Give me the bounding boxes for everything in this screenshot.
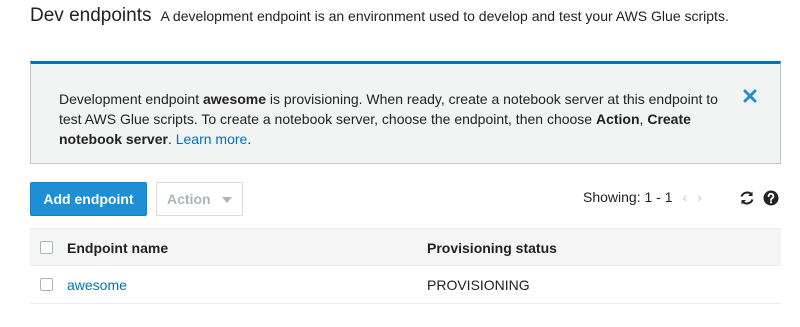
banner-action-label: Action [595,111,640,127]
provisioning-status: PROVISIONING [427,277,530,293]
banner-text: Development endpoint [59,91,203,107]
next-page-icon[interactable]: › [697,189,702,205]
banner-text: . [167,131,176,147]
select-all-checkbox[interactable] [40,241,53,254]
table-row: awesome PROVISIONING [30,266,781,304]
table-header: Endpoint name Provisioning status [30,228,781,266]
info-banner: Development endpoint awesome is provisio… [30,61,781,164]
learn-more-link[interactable]: Learn more [176,131,248,147]
action-label: Action [167,191,211,207]
endpoint-name-link[interactable]: awesome [67,277,127,293]
close-icon[interactable] [743,89,757,103]
column-header-endpoint-name[interactable]: Endpoint name [67,240,168,256]
banner-message: Development endpoint awesome is provisio… [59,89,739,149]
refresh-icon[interactable] [739,190,755,211]
prev-page-icon[interactable]: ‹ [683,189,688,205]
add-endpoint-button[interactable]: Add endpoint [30,182,147,216]
help-icon[interactable] [763,190,779,211]
showing-count: Showing: 1 - 1 [583,189,673,205]
page-header: Dev endpoints A development endpoint is … [30,5,729,27]
action-dropdown[interactable]: Action [156,182,243,216]
row-checkbox[interactable] [40,278,53,291]
pagination: Showing: 1 - 1 ‹ › [583,189,702,205]
column-header-provisioning-status[interactable]: Provisioning status [427,240,557,256]
page-title: Dev endpoints [30,5,152,26]
banner-text: . [247,131,252,147]
caret-down-icon [222,197,232,203]
dev-endpoints-page: Dev endpoints A development endpoint is … [0,0,800,327]
banner-endpoint-name: awesome [203,91,267,107]
page-description: A development endpoint is an environment… [160,8,729,24]
